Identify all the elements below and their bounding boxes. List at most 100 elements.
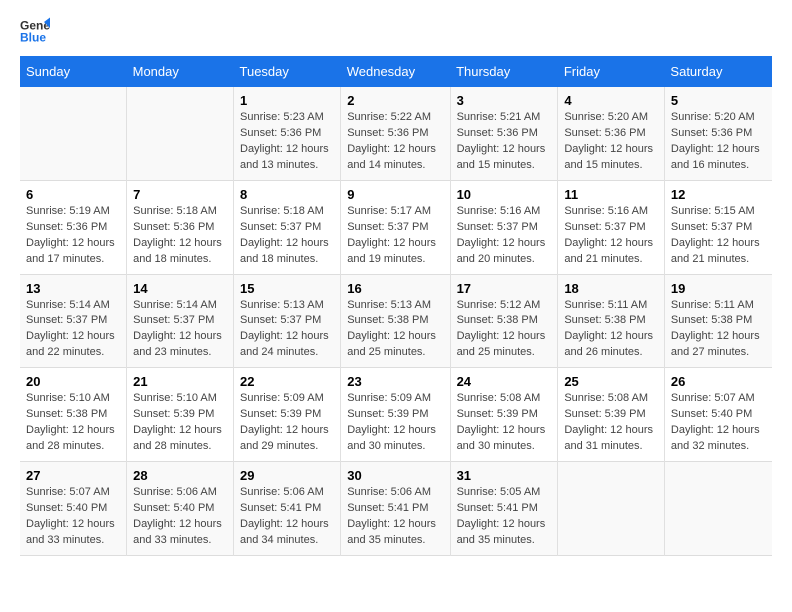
day-number: 24 [457, 374, 552, 389]
day-number: 12 [671, 187, 766, 202]
calendar-cell: 21Sunrise: 5:10 AMSunset: 5:39 PMDayligh… [127, 368, 234, 462]
logo: General Blue [20, 20, 55, 46]
day-number: 28 [133, 468, 227, 483]
day-info: Sunrise: 5:16 AMSunset: 5:37 PMDaylight:… [457, 204, 552, 268]
day-number: 8 [240, 187, 334, 202]
calendar-week-row: 13 Sunrise: 5:14 AMSunset: 5:37 PMDayligh… [20, 274, 772, 368]
calendar-cell: 2Sunrise: 5:22 AMSunset: 5:36 PMDaylight… [341, 87, 450, 180]
day-info: Sunrise: 5:17 AMSunset: 5:37 PMDaylight:… [347, 204, 443, 268]
calendar-cell: 28 Sunrise: 5:06 AMSunset: 5:40 PMDayligh… [127, 462, 234, 556]
day-number: 23 [347, 374, 443, 389]
day-info: Sunrise: 5:08 AMSunset: 5:39 PMDaylight:… [457, 391, 552, 455]
calendar-cell: 4 Sunrise: 5:20 AMSunset: 5:36 PMDaylight… [558, 87, 665, 180]
day-number: 22 [240, 374, 334, 389]
day-info: Sunrise: 5:22 AMSunset: 5:36 PMDaylight:… [347, 110, 443, 174]
day-number: 19 [671, 281, 766, 296]
calendar-week-row: 27 Sunrise: 5:07 AMSunset: 5:40 PMDayligh… [20, 462, 772, 556]
day-info: Sunrise: 5:09 AMSunset: 5:39 PMDaylight:… [240, 391, 334, 455]
calendar-cell: 20 Sunrise: 5:10 AMSunset: 5:38 PMDayligh… [20, 368, 127, 462]
day-number: 27 [26, 468, 120, 483]
day-info: Sunrise: 5:23 AMSunset: 5:36 PMDaylight:… [240, 110, 334, 174]
calendar-cell: 1Sunrise: 5:23 AMSunset: 5:36 PMDaylight… [234, 87, 341, 180]
day-info: Sunrise: 5:07 AMSunset: 5:40 PMDaylight:… [671, 391, 766, 455]
day-info: Sunrise: 5:15 AMSunset: 5:37 PMDaylight:… [671, 204, 766, 268]
day-info: Sunrise: 5:20 AMSunset: 5:36 PMDaylight:… [671, 110, 766, 174]
day-info: Sunrise: 5:05 AMSunset: 5:41 PMDaylight:… [457, 485, 552, 549]
calendar-cell [558, 462, 665, 556]
day-number: 17 [457, 281, 552, 296]
logo-icon: General Blue [20, 16, 50, 46]
day-info: Sunrise: 5:20 AMSunset: 5:36 PMDaylight:… [564, 110, 658, 174]
day-info: Sunrise: 5:08 AMSunset: 5:39 PMDaylight:… [564, 391, 658, 455]
weekday-header: Thursday [450, 56, 558, 87]
calendar-cell: 9 Sunrise: 5:17 AMSunset: 5:37 PMDaylight… [341, 180, 450, 274]
day-number: 29 [240, 468, 334, 483]
day-number: 15 [240, 281, 334, 296]
day-info: Sunrise: 5:14 AMSunset: 5:37 PMDaylight:… [133, 298, 227, 362]
day-number: 7 [133, 187, 227, 202]
weekday-header: Saturday [664, 56, 772, 87]
weekday-header: Monday [127, 56, 234, 87]
weekday-header: Friday [558, 56, 665, 87]
calendar-cell: 24 Sunrise: 5:08 AMSunset: 5:39 PMDayligh… [450, 368, 558, 462]
calendar-cell [664, 462, 772, 556]
calendar-cell: 15Sunrise: 5:13 AMSunset: 5:37 PMDayligh… [234, 274, 341, 368]
day-info: Sunrise: 5:13 AMSunset: 5:38 PMDaylight:… [347, 298, 443, 362]
day-info: Sunrise: 5:06 AMSunset: 5:41 PMDaylight:… [240, 485, 334, 549]
weekday-header: Tuesday [234, 56, 341, 87]
day-number: 25 [564, 374, 658, 389]
day-info: Sunrise: 5:11 AMSunset: 5:38 PMDaylight:… [671, 298, 766, 362]
calendar-cell: 27 Sunrise: 5:07 AMSunset: 5:40 PMDayligh… [20, 462, 127, 556]
day-info: Sunrise: 5:18 AMSunset: 5:37 PMDaylight:… [240, 204, 334, 268]
day-info: Sunrise: 5:10 AMSunset: 5:39 PMDaylight:… [133, 391, 227, 455]
weekday-header: Sunday [20, 56, 127, 87]
calendar-cell: 8 Sunrise: 5:18 AMSunset: 5:37 PMDaylight… [234, 180, 341, 274]
day-number: 13 [26, 281, 120, 296]
calendar-cell: 16 Sunrise: 5:13 AMSunset: 5:38 PMDayligh… [341, 274, 450, 368]
day-info: Sunrise: 5:06 AMSunset: 5:41 PMDaylight:… [347, 485, 443, 549]
day-info: Sunrise: 5:10 AMSunset: 5:38 PMDaylight:… [26, 391, 120, 455]
day-number: 6 [26, 187, 120, 202]
calendar-cell [127, 87, 234, 180]
calendar-cell: 12 Sunrise: 5:15 AMSunset: 5:37 PMDayligh… [664, 180, 772, 274]
calendar-cell: 30 Sunrise: 5:06 AMSunset: 5:41 PMDayligh… [341, 462, 450, 556]
calendar-cell: 22 Sunrise: 5:09 AMSunset: 5:39 PMDayligh… [234, 368, 341, 462]
calendar-cell: 17 Sunrise: 5:12 AMSunset: 5:38 PMDayligh… [450, 274, 558, 368]
calendar-cell: 7 Sunrise: 5:18 AMSunset: 5:36 PMDaylight… [127, 180, 234, 274]
page-header: General Blue [20, 20, 772, 46]
calendar-cell: 13 Sunrise: 5:14 AMSunset: 5:37 PMDayligh… [20, 274, 127, 368]
day-info: Sunrise: 5:19 AMSunset: 5:36 PMDaylight:… [26, 204, 120, 268]
day-number: 14 [133, 281, 227, 296]
calendar-cell: 23Sunrise: 5:09 AMSunset: 5:39 PMDayligh… [341, 368, 450, 462]
day-info: Sunrise: 5:06 AMSunset: 5:40 PMDaylight:… [133, 485, 227, 549]
calendar-cell: 10Sunrise: 5:16 AMSunset: 5:37 PMDayligh… [450, 180, 558, 274]
calendar-cell: 14 Sunrise: 5:14 AMSunset: 5:37 PMDayligh… [127, 274, 234, 368]
day-info: Sunrise: 5:18 AMSunset: 5:36 PMDaylight:… [133, 204, 227, 268]
calendar-cell: 6 Sunrise: 5:19 AMSunset: 5:36 PMDaylight… [20, 180, 127, 274]
day-info: Sunrise: 5:07 AMSunset: 5:40 PMDaylight:… [26, 485, 120, 549]
day-number: 9 [347, 187, 443, 202]
day-info: Sunrise: 5:14 AMSunset: 5:37 PMDaylight:… [26, 298, 120, 362]
calendar-week-row: 20 Sunrise: 5:10 AMSunset: 5:38 PMDayligh… [20, 368, 772, 462]
calendar-cell [20, 87, 127, 180]
calendar-cell: 19 Sunrise: 5:11 AMSunset: 5:38 PMDayligh… [664, 274, 772, 368]
calendar-cell: 18Sunrise: 5:11 AMSunset: 5:38 PMDayligh… [558, 274, 665, 368]
day-number: 30 [347, 468, 443, 483]
calendar-cell: 29 Sunrise: 5:06 AMSunset: 5:41 PMDayligh… [234, 462, 341, 556]
calendar-week-row: 6 Sunrise: 5:19 AMSunset: 5:36 PMDaylight… [20, 180, 772, 274]
day-info: Sunrise: 5:12 AMSunset: 5:38 PMDaylight:… [457, 298, 552, 362]
day-number: 4 [564, 93, 658, 108]
day-info: Sunrise: 5:16 AMSunset: 5:37 PMDaylight:… [564, 204, 658, 268]
calendar-cell: 5 Sunrise: 5:20 AMSunset: 5:36 PMDaylight… [664, 87, 772, 180]
svg-text:Blue: Blue [20, 31, 46, 45]
calendar-cell: 25 Sunrise: 5:08 AMSunset: 5:39 PMDayligh… [558, 368, 665, 462]
day-number: 11 [564, 187, 658, 202]
day-number: 31 [457, 468, 552, 483]
weekday-header: Wednesday [341, 56, 450, 87]
calendar-cell: 26Sunrise: 5:07 AMSunset: 5:40 PMDayligh… [664, 368, 772, 462]
day-number: 5 [671, 93, 766, 108]
calendar-table: SundayMondayTuesdayWednesdayThursdayFrid… [20, 56, 772, 556]
day-number: 20 [26, 374, 120, 389]
day-number: 16 [347, 281, 443, 296]
calendar-week-row: 1Sunrise: 5:23 AMSunset: 5:36 PMDaylight… [20, 87, 772, 180]
